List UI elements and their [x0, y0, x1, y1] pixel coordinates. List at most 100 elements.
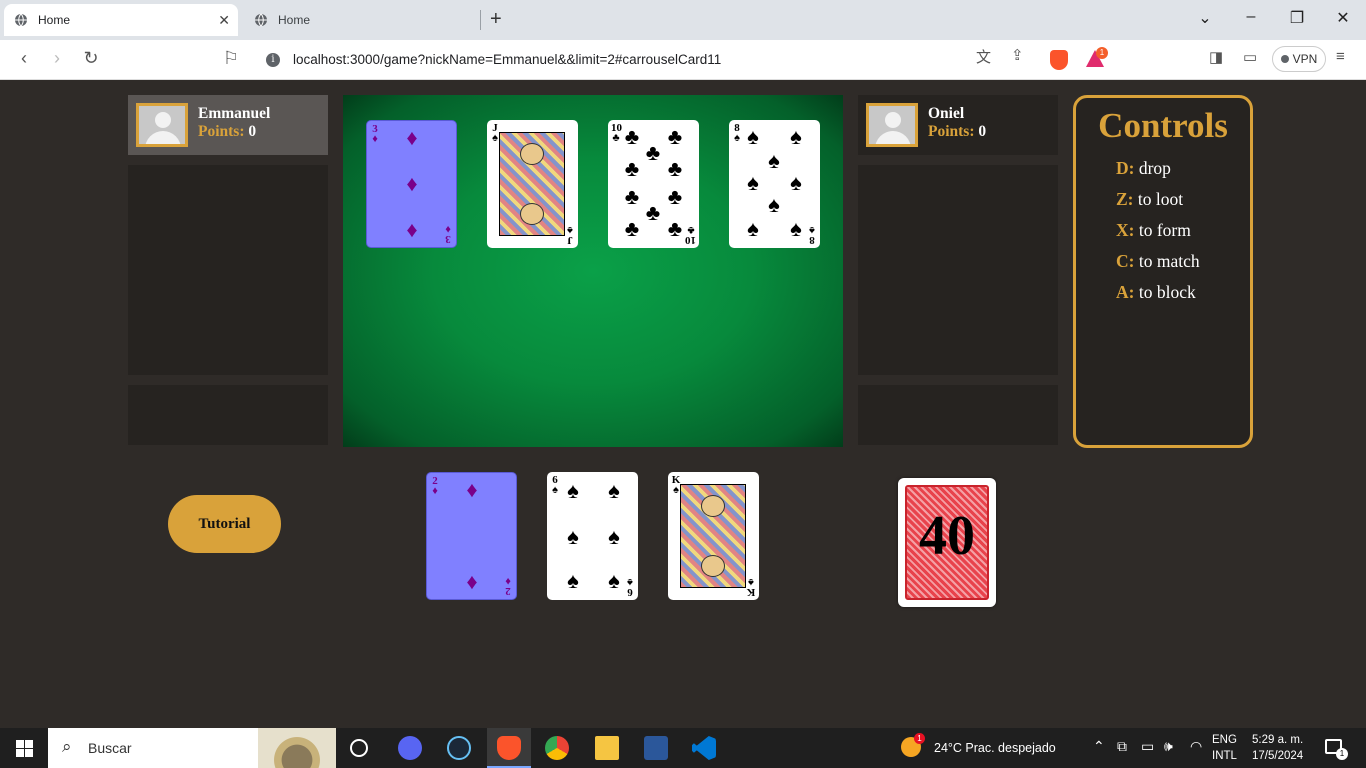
spade-icon: ♠ [747, 124, 759, 149]
browser-toolbar: ‹ › ↻ ⚐ i localhost:3000/game?nickName=E… [0, 40, 1366, 80]
control-key: Z: [1116, 189, 1134, 209]
hand-card-2-diamonds[interactable]: 2 ♦ ♦ ♦ 2 ♦ [426, 472, 517, 600]
language-indicator[interactable]: ENG INTL [1212, 732, 1237, 764]
volume-icon[interactable]: 🕪 [1164, 738, 1173, 755]
spade-icon: ♠ [790, 170, 802, 195]
diamond-icon: ♦ [432, 485, 438, 497]
controls-panel: Controls D: drop Z: to loot X: to form C… [1073, 95, 1253, 448]
browser-tab-bar: Home ✕ Home + ⌄ – ❐ ✕ [0, 0, 1366, 40]
club-icon: ♣ [612, 132, 620, 144]
diamond-icon: ♦ [406, 217, 418, 242]
wifi-icon[interactable]: ◠ [1190, 738, 1202, 755]
deck-count: 40 [919, 505, 975, 567]
clock[interactable]: 5:29 a. m. 17/5/2024 [1252, 732, 1303, 764]
brave-shields-icon[interactable] [1050, 50, 1068, 70]
reload-icon[interactable]: ↻ [79, 48, 103, 69]
battery-icon[interactable]: ▭ [1141, 738, 1154, 755]
minimize-icon[interactable]: – [1239, 8, 1263, 26]
spade-icon: ♠ [608, 478, 620, 503]
language-line-2: INTL [1212, 750, 1237, 762]
close-window-icon[interactable]: ✕ [1331, 8, 1355, 28]
file-explorer-icon[interactable] [595, 736, 619, 760]
language-line-1: ENG [1212, 734, 1237, 746]
site-info-icon[interactable]: i [266, 53, 280, 67]
avatar [136, 103, 188, 147]
club-icon: ♣ [624, 124, 640, 149]
spade-icon: ♠ [747, 170, 759, 195]
wallet-icon[interactable]: ▭ [1243, 48, 1257, 66]
club-icon: ♣ [667, 124, 683, 149]
windows-start-icon[interactable] [16, 740, 33, 757]
table-card-3-diamonds[interactable]: 3 ♦ ♦ ♦ ♦ 3 ♦ [366, 120, 457, 248]
vpn-button[interactable]: VPN [1272, 46, 1326, 72]
spade-icon: ♠ [567, 478, 579, 503]
clock-time: 5:29 a. m. [1252, 734, 1304, 746]
control-action: to loot [1137, 189, 1184, 209]
diamond-icon: ♦ [372, 133, 378, 145]
steam-icon[interactable] [447, 736, 471, 760]
draw-deck[interactable]: 40 [898, 478, 996, 607]
back-icon[interactable]: ‹ [12, 48, 36, 69]
tab-title: Home [38, 13, 71, 27]
globe-icon [15, 13, 27, 27]
hand-card-k-spades[interactable]: K ♠ K ♠ [668, 472, 759, 600]
spade-icon: ♠ [608, 524, 620, 549]
hand-card-6-spades[interactable]: 6 ♠ ♠ ♠ ♠ ♠ ♠ ♠ 6 ♠ [547, 472, 638, 600]
table-card-8-spades[interactable]: 8 ♠ ♠ ♠ ♠ ♠ ♠ ♠ ♠ ♠ 8 ♠ [729, 120, 820, 248]
bookmark-icon[interactable]: ⚐ [219, 48, 243, 69]
points-value: 0 [248, 123, 257, 140]
control-item: C: to match [1116, 251, 1250, 282]
new-tab-icon[interactable]: + [490, 8, 502, 31]
control-key: X: [1116, 220, 1135, 240]
show-hidden-icons-icon[interactable]: ⌃ [1093, 738, 1105, 755]
taskbar-search[interactable]: ⌕ Buscar [48, 728, 336, 768]
control-key: C: [1116, 251, 1135, 271]
discord-icon[interactable] [398, 736, 422, 760]
spade-icon: ♠ [768, 192, 780, 217]
tutorial-button[interactable]: Tutorial [168, 495, 281, 553]
spade-icon: ♠ [768, 148, 780, 173]
control-item: A: to block [1116, 282, 1250, 313]
word-icon[interactable] [644, 736, 668, 760]
chrome-icon[interactable] [545, 736, 569, 760]
controls-title: Controls [1098, 106, 1228, 145]
vpn-label: VPN [1292, 52, 1318, 66]
diamond-icon: ♦ [466, 569, 478, 594]
table-card-j-spades[interactable]: J ♠ J ♠ [487, 120, 578, 248]
tab-home-active[interactable]: Home ✕ [4, 4, 238, 36]
forward-icon[interactable]: › [45, 48, 69, 69]
diamond-icon: ♦ [406, 125, 418, 150]
translate-icon[interactable]: 文 [976, 46, 991, 67]
vpn-status-icon [1280, 55, 1289, 63]
player1-stack-panel [128, 385, 328, 445]
control-item: D: drop [1116, 158, 1250, 189]
spade-icon: ♠ [748, 576, 754, 588]
restore-icon[interactable]: ❐ [1285, 8, 1309, 28]
game-table: 3 ♦ ♦ ♦ ♦ 3 ♦ J ♠ J ♠ 10 ♣ ♣ ♣ ♣ ♣ ♣ ♣ ♣ ♣ ♣ … [343, 95, 843, 447]
weather-text[interactable]: 24°C Prac. despejado [934, 741, 1056, 755]
club-icon: ♣ [667, 184, 683, 209]
menu-icon[interactable]: ≡ [1336, 48, 1345, 65]
player-card-emmanuel: Emmanuel Points: 0 [128, 95, 328, 155]
player-name: Oniel [928, 105, 965, 122]
tab-search-chevron-icon[interactable]: ⌄ [1193, 8, 1217, 28]
meet-now-icon[interactable]: ⧉ [1117, 738, 1127, 755]
club-icon: ♣ [667, 156, 683, 181]
control-action: to match [1138, 251, 1200, 271]
table-card-10-clubs[interactable]: 10 ♣ ♣ ♣ ♣ ♣ ♣ ♣ ♣ ♣ ♣ ♣ 10 ♣ [608, 120, 699, 248]
sidebar-icon[interactable]: ◨ [1209, 48, 1223, 66]
tab-title: Home [278, 13, 311, 27]
cortana-icon[interactable] [350, 739, 368, 757]
spade-icon: ♠ [627, 576, 633, 588]
url-text: localhost:3000/game?nickName=Emmanuel&&l… [293, 52, 722, 67]
close-tab-icon[interactable]: ✕ [218, 12, 230, 29]
club-icon: ♣ [645, 200, 661, 225]
share-icon[interactable]: ⇪ [1011, 46, 1024, 64]
player-card-oniel: Oniel Points: 0 [858, 95, 1058, 155]
vscode-icon[interactable] [692, 736, 716, 760]
notification-count: 1 [1336, 748, 1348, 760]
search-placeholder: Buscar [88, 740, 132, 756]
brave-icon[interactable] [497, 736, 521, 760]
tab-home-inactive[interactable]: Home [244, 4, 480, 36]
avatar [866, 103, 918, 147]
